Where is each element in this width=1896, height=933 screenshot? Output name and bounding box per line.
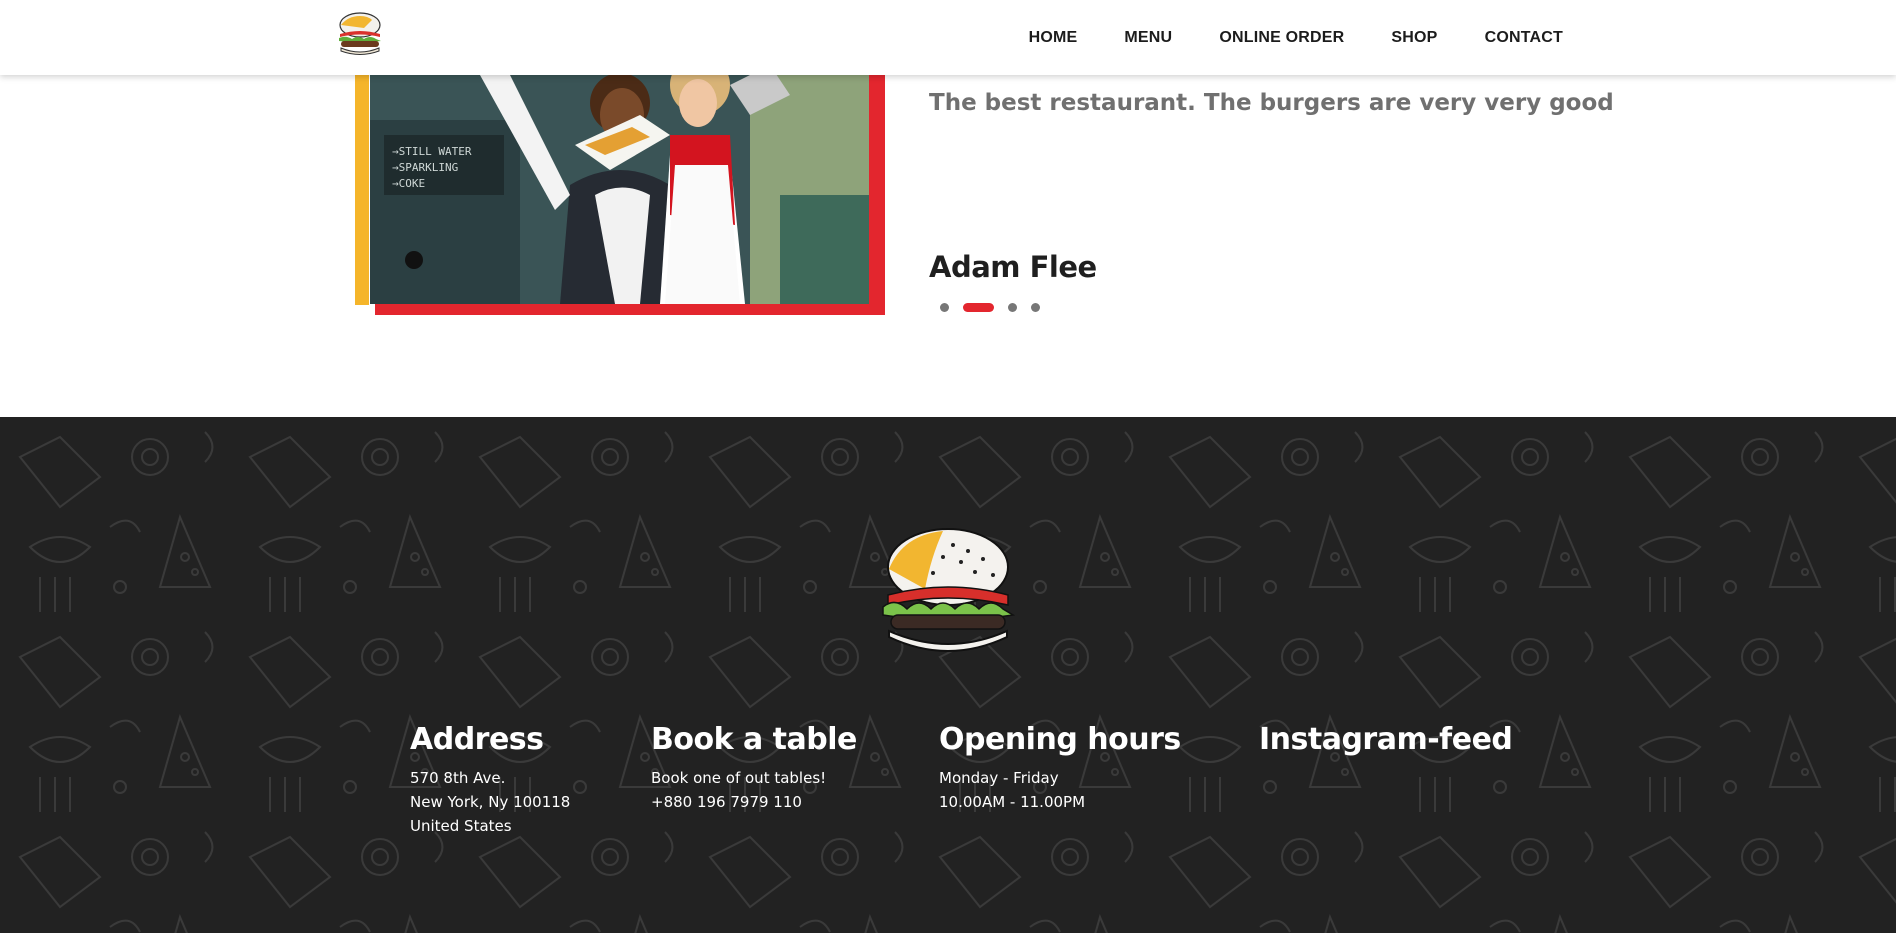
address-title: Address [410, 722, 544, 757]
photo-frame-yellow [355, 75, 369, 305]
slider-dot[interactable] [1008, 303, 1017, 312]
customers-photo: →STILL WATER →SPARKLING →COKE [370, 75, 869, 304]
burger-logo-icon[interactable] [334, 8, 386, 60]
nav-shop[interactable]: SHOP [1391, 29, 1437, 47]
main-nav: HOME MENU ONLINE ORDER SHOP CONTACT [1029, 0, 1563, 75]
book-title: Book a table [651, 722, 857, 757]
hours-days: Monday - Friday [939, 769, 1059, 787]
nav-contact[interactable]: CONTACT [1485, 29, 1563, 47]
site-header: HOME MENU ONLINE ORDER SHOP CONTACT [0, 0, 1896, 75]
testimonial-section: →STILL WATER →SPARKLING →COKE The best r… [0, 75, 1896, 417]
testimonial-author: Adam Flee [929, 250, 1097, 284]
svg-text:→STILL WATER: →STILL WATER [392, 145, 472, 158]
nav-home[interactable]: HOME [1029, 29, 1078, 47]
footer-instagram: Instagram-feed [1259, 722, 1513, 766]
svg-text:→COKE: →COKE [392, 177, 425, 190]
instagram-title: Instagram-feed [1259, 722, 1513, 757]
food-doodle-pattern [0, 417, 1896, 933]
burger-logo-icon[interactable] [873, 517, 1023, 667]
address-line: United States [410, 817, 512, 835]
nav-online-order[interactable]: ONLINE ORDER [1219, 29, 1344, 47]
book-phone[interactable]: +880 196 7979 110 [651, 790, 857, 814]
testimonial-quote: The best restaurant. The burgers are ver… [929, 90, 1614, 116]
site-footer: Address 570 8th Ave. New York, Ny 100118… [0, 417, 1896, 933]
slider-dot[interactable] [940, 303, 949, 312]
address-line: New York, Ny 100118 [410, 793, 571, 811]
slider-dots [940, 303, 1054, 312]
slider-dot-active[interactable] [963, 303, 994, 312]
footer-opening-hours: Opening hours Monday - Friday 10.00AM - … [939, 722, 1181, 814]
footer-address: Address 570 8th Ave. New York, Ny 100118… [410, 722, 570, 838]
hours-title: Opening hours [939, 722, 1181, 757]
nav-menu[interactable]: MENU [1124, 29, 1172, 47]
footer-book-table: Book a table Book one of out tables! +88… [651, 722, 857, 814]
address-line: 570 8th Ave. [410, 769, 506, 787]
hours-time: 10.00AM - 11.00PM [939, 793, 1086, 811]
book-text: Book one of out tables! [651, 769, 827, 787]
slider-dot[interactable] [1031, 303, 1040, 312]
svg-text:→SPARKLING: →SPARKLING [392, 161, 458, 174]
